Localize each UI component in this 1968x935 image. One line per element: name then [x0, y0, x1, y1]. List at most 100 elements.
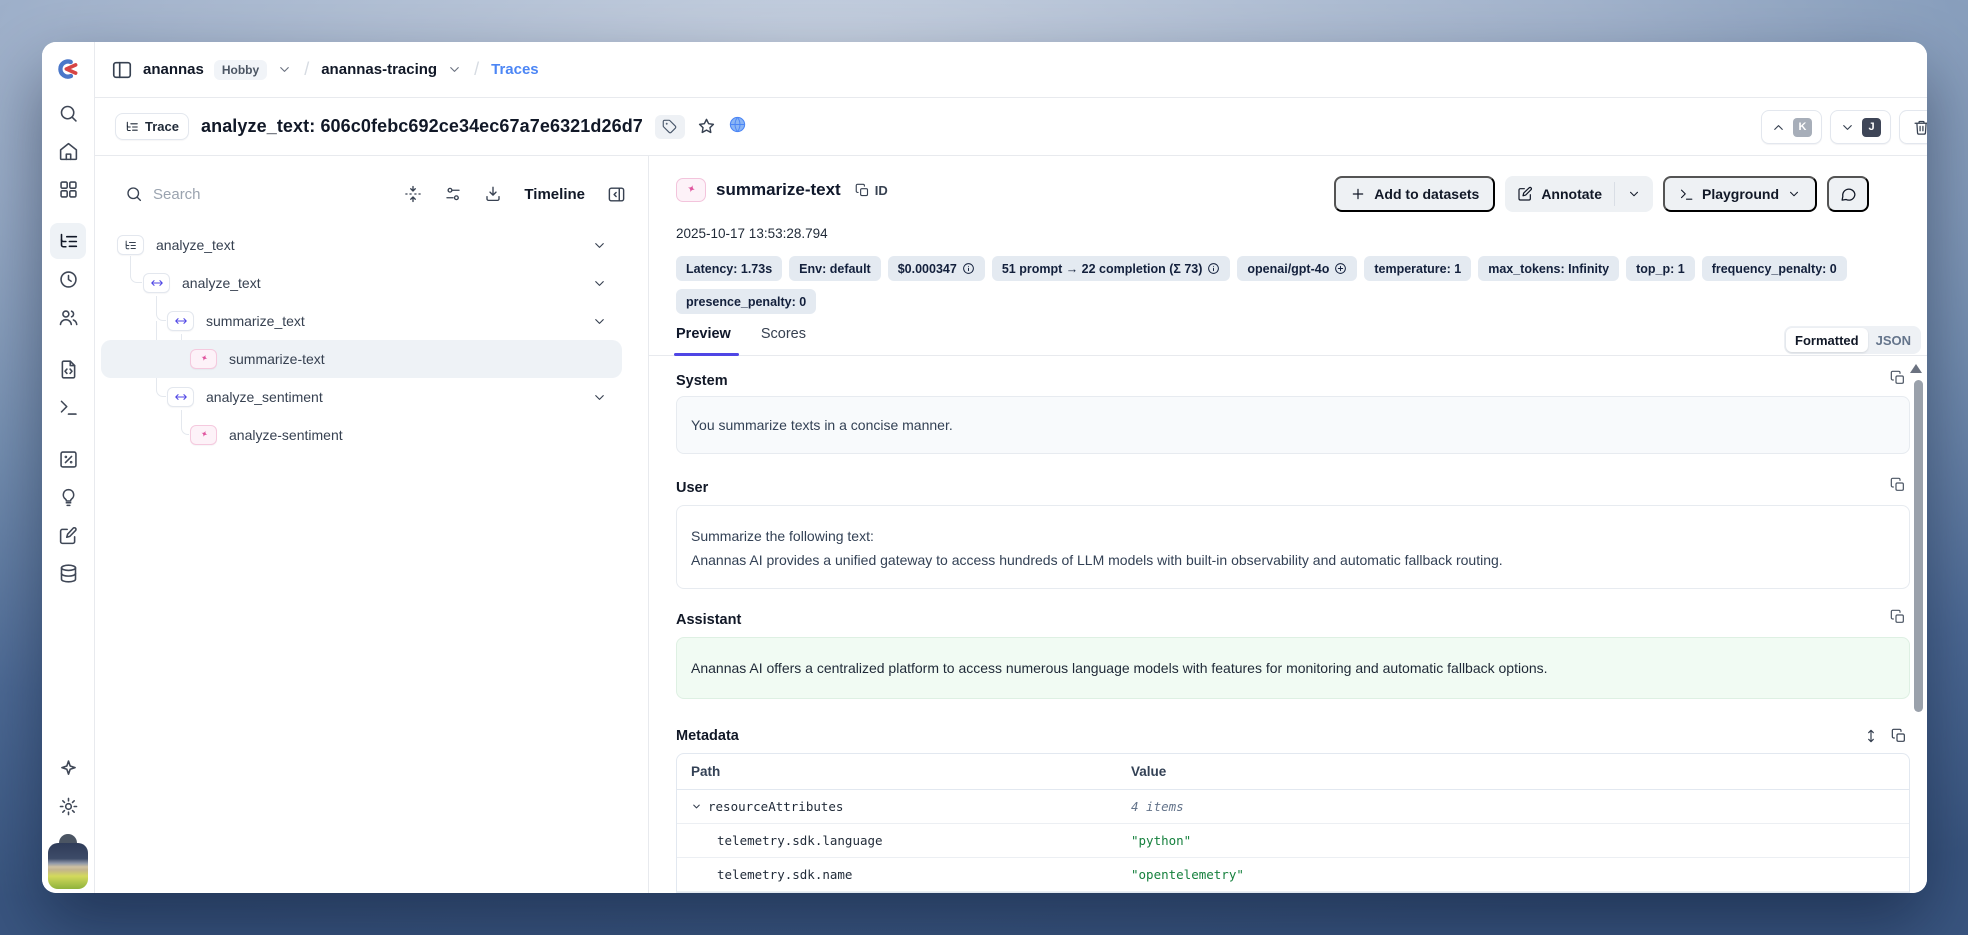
presence-penalty-badge: presence_penalty: 0 — [676, 289, 816, 314]
chevron-down-icon[interactable] — [592, 276, 607, 291]
sidebar-rail — [42, 42, 95, 893]
tree-node-generation-selected[interactable]: summarize-text — [101, 340, 622, 378]
add-to-datasets-button[interactable]: Add to datasets — [1334, 176, 1495, 212]
column-path: Path — [677, 764, 1117, 779]
plus-icon — [1350, 186, 1366, 202]
breadcrumb-separator: / — [474, 59, 479, 80]
tab-preview[interactable]: Preview — [676, 320, 731, 356]
tree-node-span[interactable]: summarize_text — [95, 302, 648, 340]
breadcrumb-project[interactable]: anannas-tracing — [321, 61, 437, 78]
next-trace-button[interactable]: J — [1830, 110, 1891, 144]
timeline-toggle[interactable]: Timeline — [524, 186, 585, 203]
rail-bottom-group — [42, 750, 94, 893]
copy-id-button[interactable]: ID — [855, 183, 888, 198]
observation-badges-row-1: Latency: 1.73s Env: default $0.000347 51… — [676, 256, 1847, 281]
format-formatted-option[interactable]: Formatted — [1786, 328, 1868, 352]
annotation-icon[interactable] — [50, 517, 86, 553]
env-badge: Env: default — [789, 256, 881, 281]
comments-button[interactable] — [1827, 176, 1869, 212]
org-chevron-down-icon[interactable] — [277, 62, 292, 77]
latency-badge: Latency: 1.73s — [676, 256, 782, 281]
user-message-box: Summarize the following text: Anannas AI… — [676, 505, 1910, 589]
project-chevron-down-icon[interactable] — [447, 62, 462, 77]
sessions-clock-icon[interactable] — [50, 261, 86, 297]
annotate-button[interactable]: Annotate — [1505, 176, 1614, 212]
tree-node-label: summarize-text — [229, 351, 325, 367]
dashboard-icon[interactable] — [50, 171, 86, 207]
copy-icon[interactable] — [1891, 728, 1907, 744]
user-avatar[interactable] — [48, 843, 88, 889]
metadata-row[interactable]: telemetry.sdk.language "python" — [677, 824, 1909, 858]
search-icon[interactable] — [50, 95, 86, 131]
scrollbar-thumb[interactable] — [1914, 380, 1923, 712]
info-icon — [1207, 262, 1220, 275]
breadcrumb-org[interactable]: anannas — [143, 61, 204, 78]
generation-node-icon — [190, 349, 217, 369]
tab-scores[interactable]: Scores — [761, 320, 806, 356]
settings-gear-icon[interactable] — [50, 788, 86, 824]
metadata-value: "python" — [1117, 833, 1909, 848]
tree-search-input[interactable] — [153, 186, 404, 203]
format-json-option[interactable]: JSON — [1868, 333, 1919, 348]
assistant-message-text: Anannas AI offers a centralized platform… — [691, 660, 1548, 676]
chat-bubble-icon — [1840, 186, 1857, 203]
observation-timestamp: 2025-10-17 13:53:28.794 — [676, 226, 828, 241]
expand-chevron-icon[interactable] — [691, 801, 702, 812]
metadata-row[interactable]: telemetry.sdk.name "opentelemetry" — [677, 858, 1909, 892]
users-icon[interactable] — [50, 299, 86, 335]
metadata-row[interactable]: resourceAttributes 4 items — [677, 790, 1909, 824]
tree-rows: analyze_text analyze_text summarize_text… — [95, 226, 648, 454]
collapse-all-icon[interactable] — [404, 185, 422, 203]
kbd-j: J — [1862, 118, 1881, 137]
tokens-badge[interactable]: 51 prompt → 22 completion (Σ 73) — [992, 256, 1231, 281]
chevron-down-icon[interactable] — [592, 314, 607, 329]
database-icon[interactable] — [50, 555, 86, 591]
copy-icon[interactable] — [1890, 370, 1906, 386]
tree-node-span[interactable]: analyze_sentiment — [95, 378, 648, 416]
tree-node-span[interactable]: analyze_text — [95, 264, 648, 302]
lightbulb-icon[interactable] — [50, 479, 86, 515]
cost-badge[interactable]: $0.000347 — [888, 256, 985, 281]
expand-rows-icon[interactable] — [1863, 728, 1879, 744]
scrollbar-up-arrow[interactable] — [1910, 364, 1922, 373]
evaluation-icon[interactable] — [50, 441, 86, 477]
tag-icon[interactable] — [655, 115, 685, 139]
trace-title: analyze_text: 606c0febc692ce34ec67a7e632… — [201, 116, 643, 137]
copy-icon — [855, 183, 870, 198]
column-value: Value — [1117, 764, 1909, 779]
trace-node-icon — [117, 235, 144, 255]
tracing-icon[interactable] — [50, 223, 86, 259]
observation-actions: Add to datasets Annotate Playground — [1334, 176, 1869, 212]
download-icon[interactable] — [484, 185, 502, 203]
tree-toolbar: Timeline — [95, 172, 648, 216]
prompts-file-icon[interactable] — [50, 351, 86, 387]
app-logo-icon[interactable] — [55, 56, 81, 87]
metadata-table-header: Path Value — [677, 754, 1909, 790]
tree-node-generation[interactable]: analyze-sentiment — [95, 416, 648, 454]
playground-terminal-icon[interactable] — [50, 389, 86, 425]
chevron-down-icon — [1840, 120, 1855, 135]
kbd-k: K — [1793, 118, 1812, 137]
bookmark-star-icon[interactable] — [697, 117, 716, 136]
playground-button[interactable]: Playground — [1663, 176, 1817, 212]
chevron-down-icon[interactable] — [592, 390, 607, 405]
assistant-heading: Assistant — [676, 612, 741, 628]
plus-circle-icon — [1334, 262, 1347, 275]
collapse-panel-icon[interactable] — [607, 185, 626, 204]
sparkle-icon[interactable] — [50, 750, 86, 786]
home-icon[interactable] — [50, 133, 86, 169]
tree-node-trace[interactable]: analyze_text — [95, 226, 648, 264]
tree-settings-icon[interactable] — [444, 185, 462, 203]
span-node-icon — [167, 311, 194, 331]
copy-icon[interactable] — [1890, 477, 1906, 493]
annotate-dropdown-chevron[interactable] — [1615, 176, 1653, 212]
delete-trace-button[interactable] — [1899, 110, 1927, 144]
breadcrumb-traces-link[interactable]: Traces — [491, 61, 539, 78]
format-toggle: Formatted JSON — [1784, 326, 1921, 354]
chevron-down-icon[interactable] — [592, 238, 607, 253]
copy-icon[interactable] — [1890, 609, 1906, 625]
model-badge[interactable]: openai/gpt-4o — [1237, 256, 1357, 281]
public-globe-icon[interactable] — [728, 115, 747, 139]
prev-trace-button[interactable]: K — [1761, 110, 1822, 144]
sidebar-toggle-icon[interactable] — [111, 59, 133, 81]
